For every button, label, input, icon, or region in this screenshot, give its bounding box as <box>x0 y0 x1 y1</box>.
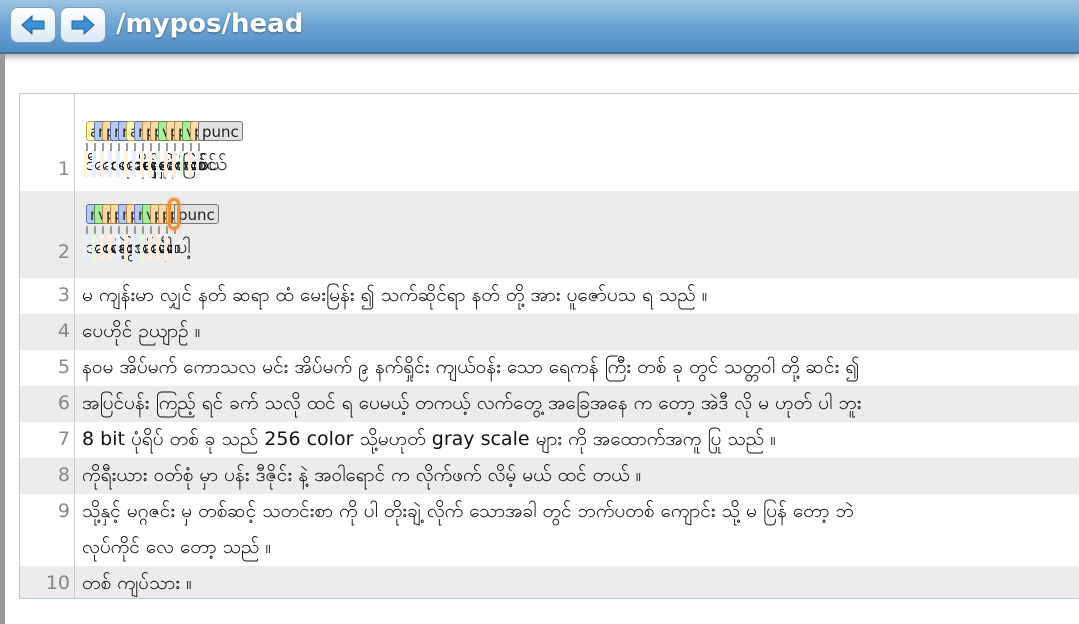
tag-bracket <box>150 143 152 151</box>
sentence-row[interactable]: 6 အပြင်ပန်း ကြည့် ရင် ခက် သလို ထင် ရ ပေမယ… <box>20 386 1079 422</box>
tag-bracket <box>150 226 152 234</box>
sentence-row[interactable]: 5 နဝမ အိပ်မက် ကောသလ မင်း အိပ်မက် ၉ နက်ရှိ… <box>20 350 1079 386</box>
tag-bracket <box>94 143 96 151</box>
forward-button[interactable] <box>60 7 106 43</box>
sentence-row[interactable]: 2အသစ်nဝယ်vထားpartတဲ့partဆွယ်တာnကppmအသီးn… <box>20 191 1079 278</box>
tag-bracket <box>166 143 168 151</box>
tag-bracket <box>126 143 128 151</box>
token-word[interactable]: ။ <box>198 152 204 180</box>
sentence-text[interactable]: တစ် ကျပ်သား ။ <box>82 571 192 598</box>
sentence-text[interactable]: ကိုရီးယား ဝတ်စုံ မှာ ပန်း ဒီဇိုင်း နဲ့ အ… <box>82 463 641 491</box>
tag-bracket <box>158 226 160 234</box>
sentence-row[interactable]: 3မ ကျန်းမာ လျှင် နတ် ဆရာ ထံ မေးမြန်း ၍ သ… <box>20 278 1079 314</box>
token-word[interactable]: ။ <box>174 235 180 263</box>
arrow-left-icon <box>21 14 45 36</box>
tag-bracket <box>126 226 128 234</box>
sentence-row[interactable]: 1ဒီadjဆေးnကppm၁၀၀numရာခိုင်နှုန်းnဆေးဘက်… <box>20 94 1079 191</box>
tag-bracket <box>134 226 136 234</box>
tag-bracket <box>134 143 136 151</box>
tag-bracket <box>110 226 112 234</box>
sentence-text-continued[interactable]: လုပ်ကိုင် လေ တော့ သည် ။ <box>82 535 271 563</box>
tag-bracket <box>110 143 112 151</box>
tag-bracket <box>102 226 104 234</box>
header-bar: /mypos/head <box>0 0 1079 54</box>
tag-bracket <box>94 226 96 234</box>
sentence-text[interactable]: မ ကျန်းမာ လျှင် နတ် ဆရာ ထံ မေးမြန်း ၍ သက… <box>82 283 708 311</box>
tag-bracket <box>198 143 200 151</box>
left-edge <box>0 54 5 624</box>
pos-tag[interactable]: punc <box>198 121 243 141</box>
sentence-text[interactable]: သို့နှင့် မဂ္ဂဇင်း မှ တစ်ဆင့် သတင်းစာ ကိ… <box>82 499 854 527</box>
sentence-text[interactable]: 8 bit ပုံရိပ် တစ် ခု သည် 256 color သို့မ… <box>82 427 776 455</box>
arrow-right-icon <box>71 14 95 36</box>
tag-bracket <box>190 143 192 151</box>
back-button[interactable] <box>10 7 56 43</box>
tag-bracket <box>86 226 88 234</box>
tag-bracket <box>166 226 168 234</box>
tag-bracket <box>142 226 144 234</box>
tag-bracket <box>86 143 88 151</box>
pos-tag[interactable]: punc <box>174 204 219 224</box>
page-title: /mypos/head <box>116 9 304 39</box>
tag-bracket <box>182 143 184 151</box>
tag-bracket <box>158 143 160 151</box>
tag-bracket <box>118 226 120 234</box>
sentence-text[interactable]: အပြင်ပန်း ကြည့် ရင် ခက် သလို ထင် ရ ပေမယ့… <box>82 391 861 419</box>
sentence-row[interactable]: 8 ကိုရီးယား ဝတ်စုံ မှာ ပန်း ဒီဇိုင်း နဲ့ … <box>20 458 1079 494</box>
sentence-row[interactable]: 10 တစ် ကျပ်သား ။ <box>20 566 1079 598</box>
tag-bracket <box>118 143 120 151</box>
sentence-text[interactable]: နဝမ အိပ်မက် ကောသလ မင်း အိပ်မက် ၉ နက်ရှို… <box>82 355 860 383</box>
selected-tag-highlight <box>168 198 180 230</box>
sentence-text[interactable]: ပေဟိုင် ဉယျာဉ် ။ <box>82 319 200 347</box>
sentence-row[interactable]: 78 bit ပုံရိပ် တစ် ခု သည် 256 color သို့… <box>20 422 1079 458</box>
tag-bracket <box>174 143 176 151</box>
sentence-row[interactable]: 9 သို့နှင့် မဂ္ဂဇင်း မှ တစ်ဆင့် သတင်းစာ က… <box>20 494 1079 566</box>
sentence-row[interactable]: 4 ပေဟိုင် ဉယျာဉ် ။ <box>20 314 1079 350</box>
tag-bracket <box>102 143 104 151</box>
tag-bracket <box>142 143 144 151</box>
line-gutter <box>20 94 75 598</box>
annotation-panel: 1ဒီadjဆေးnကppm၁၀၀numရာခိုင်နှုန်းnဆေးဘက်… <box>19 93 1079 599</box>
